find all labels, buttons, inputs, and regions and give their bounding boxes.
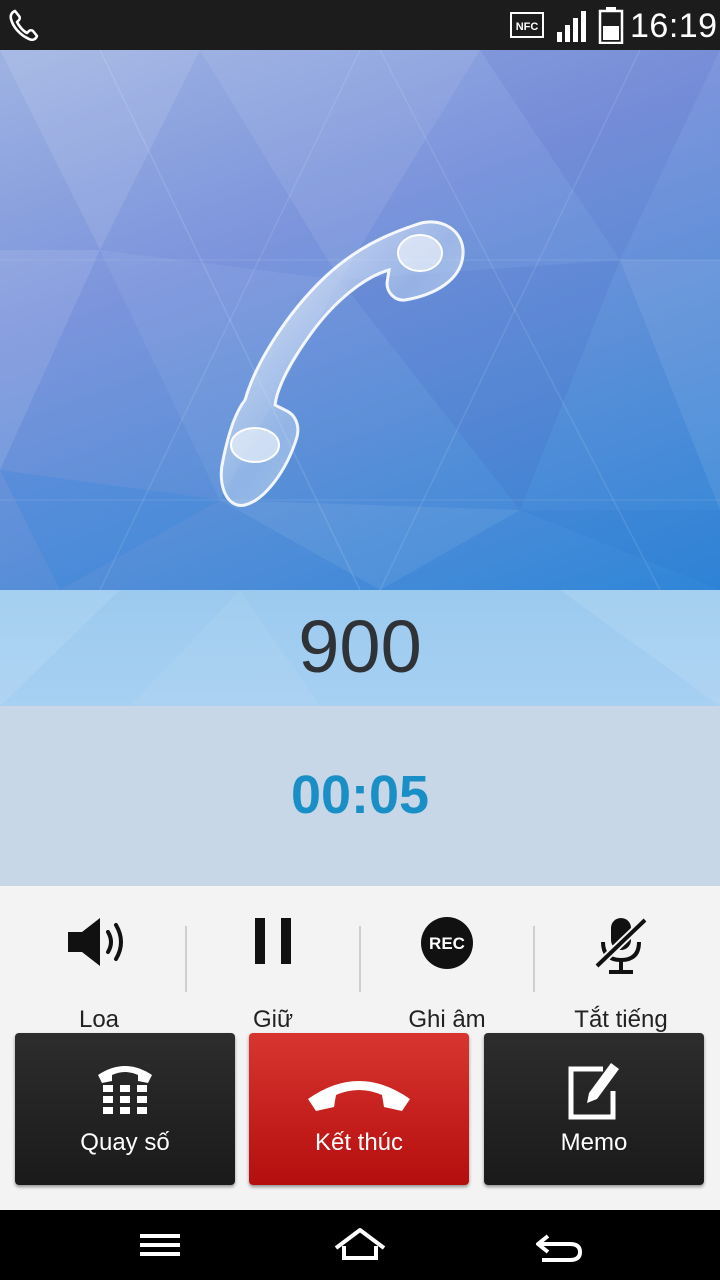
speaker-icon bbox=[68, 918, 123, 966]
navigation-bar bbox=[0, 1210, 720, 1280]
caller-number: 900 bbox=[298, 605, 422, 688]
speaker-button[interactable]: Loa bbox=[12, 908, 186, 1033]
record-label: Ghi âm bbox=[408, 1006, 486, 1033]
call-timer-strip: 00:05 bbox=[0, 706, 720, 886]
svg-text:NFC: NFC bbox=[516, 21, 539, 33]
record-button[interactable]: REC Ghi âm bbox=[360, 908, 534, 1033]
memo-label: Memo bbox=[560, 1129, 628, 1156]
dialpad-icon bbox=[98, 1066, 152, 1114]
call-hero-background bbox=[0, 50, 720, 590]
battery-icon bbox=[598, 7, 624, 44]
hold-label: Giữ bbox=[252, 1006, 294, 1033]
back-icon[interactable] bbox=[530, 1224, 590, 1266]
end-call-button[interactable]: Kết thúc bbox=[249, 1033, 469, 1185]
pause-icon bbox=[255, 918, 291, 964]
call-duration: 00:05 bbox=[290, 765, 430, 825]
handset-icon bbox=[219, 220, 465, 507]
memo-button[interactable]: Memo bbox=[484, 1033, 704, 1185]
mic-muted-icon bbox=[594, 917, 648, 974]
speaker-label: Loa bbox=[78, 1006, 120, 1033]
mute-button[interactable]: Tắt tiếng bbox=[534, 908, 708, 1033]
home-icon[interactable] bbox=[330, 1224, 390, 1266]
status-bar: NFC 16:19 bbox=[0, 0, 720, 50]
signal-icon bbox=[557, 11, 586, 42]
end-call-icon bbox=[308, 1081, 410, 1111]
phone-call-icon bbox=[9, 9, 39, 42]
nfc-icon: NFC bbox=[510, 12, 544, 38]
end-call-label: Kết thúc bbox=[314, 1129, 404, 1156]
hold-button[interactable]: Giữ bbox=[186, 908, 360, 1033]
dialpad-button[interactable]: Quay số bbox=[15, 1033, 235, 1185]
svg-text:REC: REC bbox=[429, 934, 465, 953]
status-clock: 16:19 bbox=[630, 7, 718, 45]
record-icon: REC bbox=[421, 917, 473, 969]
caller-number-strip: 900 bbox=[0, 590, 720, 706]
dialpad-label: Quay số bbox=[80, 1129, 170, 1156]
in-call-controls: Loa Giữ REC Ghi âm Tắt tiếng Quay số Kết… bbox=[0, 886, 720, 1210]
menu-icon[interactable] bbox=[130, 1224, 190, 1266]
memo-icon bbox=[568, 1063, 619, 1120]
mute-label: Tắt tiếng bbox=[574, 1006, 668, 1033]
